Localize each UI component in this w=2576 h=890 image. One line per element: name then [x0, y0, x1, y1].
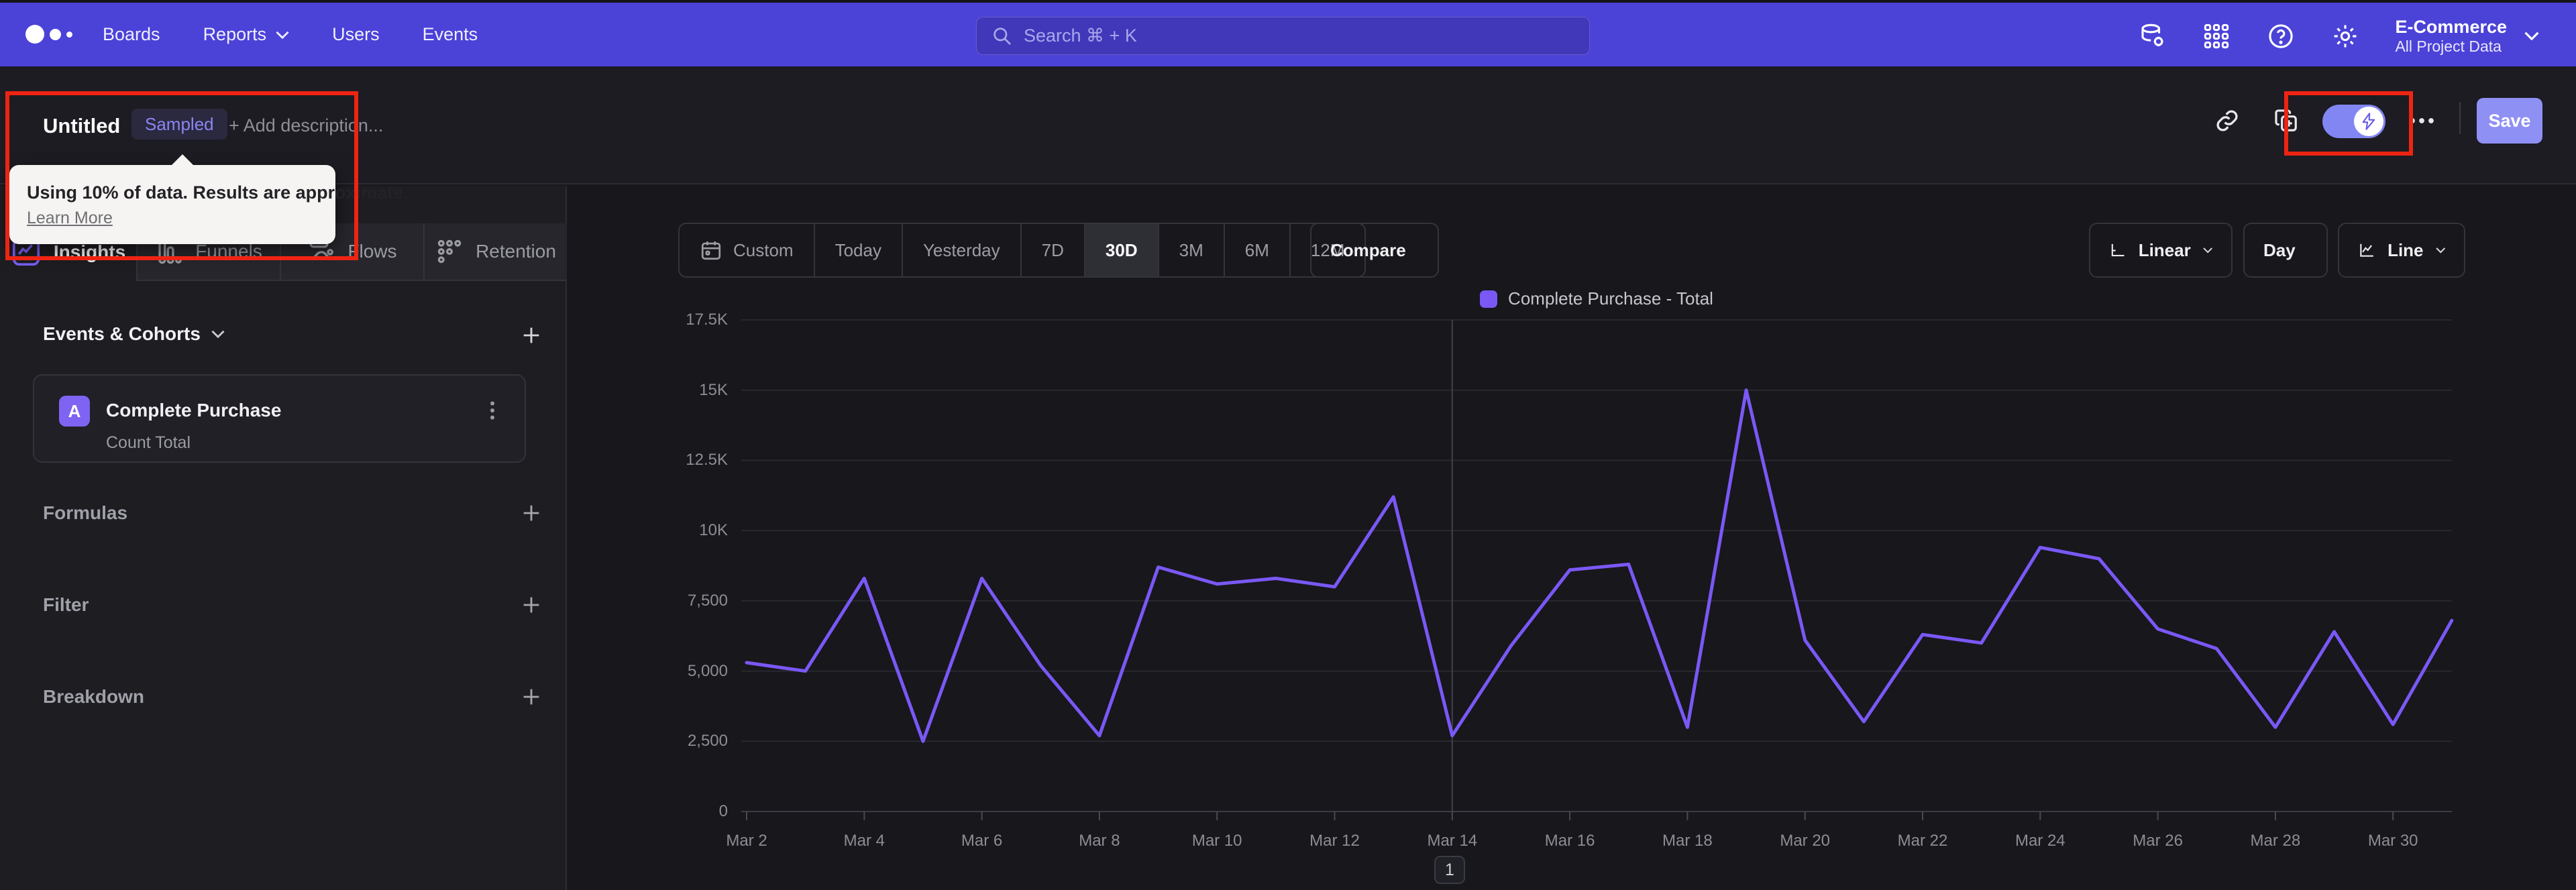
- project-scope: All Project Data: [2395, 37, 2502, 55]
- x-tick-label: Mar 28: [2250, 832, 2301, 850]
- learn-more-link[interactable]: Learn More: [27, 209, 113, 228]
- y-tick-label: 12.5K: [686, 451, 728, 469]
- chart-svg: [741, 319, 2454, 820]
- compare-button[interactable]: Compare: [1310, 223, 1439, 278]
- chevron-down-icon: [2524, 32, 2539, 40]
- series-line: [745, 388, 2454, 743]
- scale-dropdown[interactable]: Linear: [2089, 223, 2233, 278]
- nav-right-cluster: E-Commerce All Project Data: [2137, 3, 2539, 69]
- breakdown-section-label: Breakdown: [43, 686, 144, 707]
- chevron-down-icon: [2435, 247, 2445, 254]
- search-input[interactable]: Search ⌘ + K: [976, 17, 1590, 55]
- y-tick-label: 10K: [699, 521, 728, 540]
- chevron-down-icon: [2203, 247, 2212, 254]
- nav-item-events[interactable]: Events: [423, 24, 478, 45]
- x-tick-label: Mar 16: [1544, 832, 1595, 850]
- tooltip-message: Using 10% of data. Results are approxima…: [27, 182, 409, 203]
- x-tick-label: Mar 8: [1079, 832, 1120, 850]
- sampling-toggle[interactable]: [2322, 105, 2385, 138]
- report-header-bar: [0, 66, 2576, 184]
- sampling-tooltip: Using 10% of data. Results are approxima…: [9, 154, 409, 244]
- x-tick-label: Mar 4: [843, 832, 885, 850]
- query-builder-panel: Insights Funnels Flows Retention Events …: [0, 186, 567, 890]
- x-tick-label: Mar 18: [1662, 832, 1713, 850]
- project-switcher[interactable]: E-Commerce All Project Data: [2395, 16, 2539, 56]
- x-tick-label: Mar 10: [1191, 832, 1242, 850]
- range-yesterday[interactable]: Yesterday: [901, 224, 1020, 276]
- x-tick-label: Mar 24: [2015, 832, 2065, 850]
- sampled-badge[interactable]: Sampled: [131, 109, 227, 140]
- y-tick-label: 7,500: [687, 591, 728, 610]
- y-tick-label: 2,500: [687, 732, 728, 750]
- chevron-down-icon: [276, 31, 289, 39]
- help-icon[interactable]: [2266, 21, 2296, 51]
- plus-icon: [523, 689, 539, 705]
- apps-grid-icon[interactable]: [2202, 21, 2231, 51]
- range-3m[interactable]: 3M: [1157, 224, 1224, 276]
- more-options-icon[interactable]: [2406, 105, 2438, 137]
- event-metric[interactable]: Count Total: [106, 433, 191, 453]
- project-name: E-Commerce: [2395, 16, 2507, 37]
- add-formula-button[interactable]: [518, 500, 545, 526]
- report-title[interactable]: Untitled: [43, 114, 120, 138]
- calendar-icon: [701, 241, 721, 260]
- add-filter-button[interactable]: [518, 592, 545, 618]
- nav-menu: Boards Reports Users Events: [103, 24, 478, 45]
- x-tick-label: Mar 30: [2367, 832, 2418, 850]
- x-tick-label: Mar 12: [1309, 832, 1360, 850]
- event-options-icon[interactable]: [480, 398, 504, 423]
- retention-icon: [437, 239, 462, 264]
- date-range-control: Custom Today Yesterday 7D 30D 3M 6M 12M: [678, 223, 1366, 278]
- x-tick-label: Mar 6: [961, 832, 1003, 850]
- x-tick-label: Mar 26: [2133, 832, 2183, 850]
- events-cohorts-header[interactable]: Events & Cohorts: [43, 323, 225, 345]
- nav-item-boards[interactable]: Boards: [103, 24, 160, 45]
- interval-dropdown[interactable]: Day: [2243, 223, 2328, 278]
- nav-item-users[interactable]: Users: [332, 24, 380, 45]
- x-tick-label: Mar 22: [1897, 832, 1948, 850]
- duplicate-icon[interactable]: [2270, 105, 2302, 137]
- y-tick-label: 5,000: [687, 661, 728, 680]
- y-tick-label: 17.5K: [686, 311, 728, 329]
- header-divider: [2459, 102, 2461, 134]
- chevron-down-icon: [1417, 249, 1419, 251]
- mixpanel-logo-icon[interactable]: [25, 25, 72, 44]
- linear-axis-icon: [2111, 243, 2125, 257]
- range-6m[interactable]: 6M: [1223, 224, 1289, 276]
- add-description[interactable]: + Add description...: [229, 115, 383, 136]
- chart-type-dropdown[interactable]: Line: [2338, 223, 2465, 278]
- range-custom[interactable]: Custom: [680, 224, 814, 276]
- range-today[interactable]: Today: [813, 224, 902, 276]
- add-breakdown-button[interactable]: [518, 683, 545, 710]
- y-tick-label: 15K: [699, 380, 728, 399]
- line-chart-icon: [2360, 243, 2373, 257]
- range-7d[interactable]: 7D: [1020, 224, 1084, 276]
- search-icon: [994, 27, 1011, 45]
- share-link-icon[interactable]: [2211, 105, 2243, 137]
- tab-retention[interactable]: Retention: [423, 223, 567, 281]
- event-letter-badge: A: [59, 396, 90, 427]
- pagination-page-1[interactable]: 1: [1434, 856, 1465, 884]
- plus-icon: [523, 327, 539, 343]
- range-30d[interactable]: 30D: [1083, 224, 1158, 276]
- settings-gear-icon[interactable]: [2330, 21, 2360, 51]
- formulas-section-label: Formulas: [43, 502, 128, 523]
- nav-item-reports[interactable]: Reports: [203, 24, 290, 45]
- x-tick-label: Mar 20: [1780, 832, 1831, 850]
- event-card-complete-purchase[interactable]: A Complete Purchase Count Total: [33, 374, 526, 463]
- lightning-bolt-icon: [2362, 113, 2375, 130]
- search-placeholder: Search ⌘ + K: [1024, 25, 1137, 46]
- add-event-button[interactable]: [518, 322, 545, 349]
- x-tick-label: Mar 14: [1427, 832, 1478, 850]
- x-tick-label: Mar 2: [726, 832, 767, 850]
- top-nav: Boards Reports Users Events Search ⌘ + K: [0, 0, 2576, 66]
- save-button[interactable]: Save: [2477, 98, 2542, 144]
- plus-icon: [523, 505, 539, 521]
- data-management-icon[interactable]: [2137, 21, 2167, 51]
- y-tick-label: 0: [718, 802, 728, 820]
- chevron-down-icon: [211, 330, 225, 338]
- plus-icon: [523, 597, 539, 613]
- event-name: Complete Purchase: [106, 400, 282, 421]
- filter-section-label: Filter: [43, 594, 89, 615]
